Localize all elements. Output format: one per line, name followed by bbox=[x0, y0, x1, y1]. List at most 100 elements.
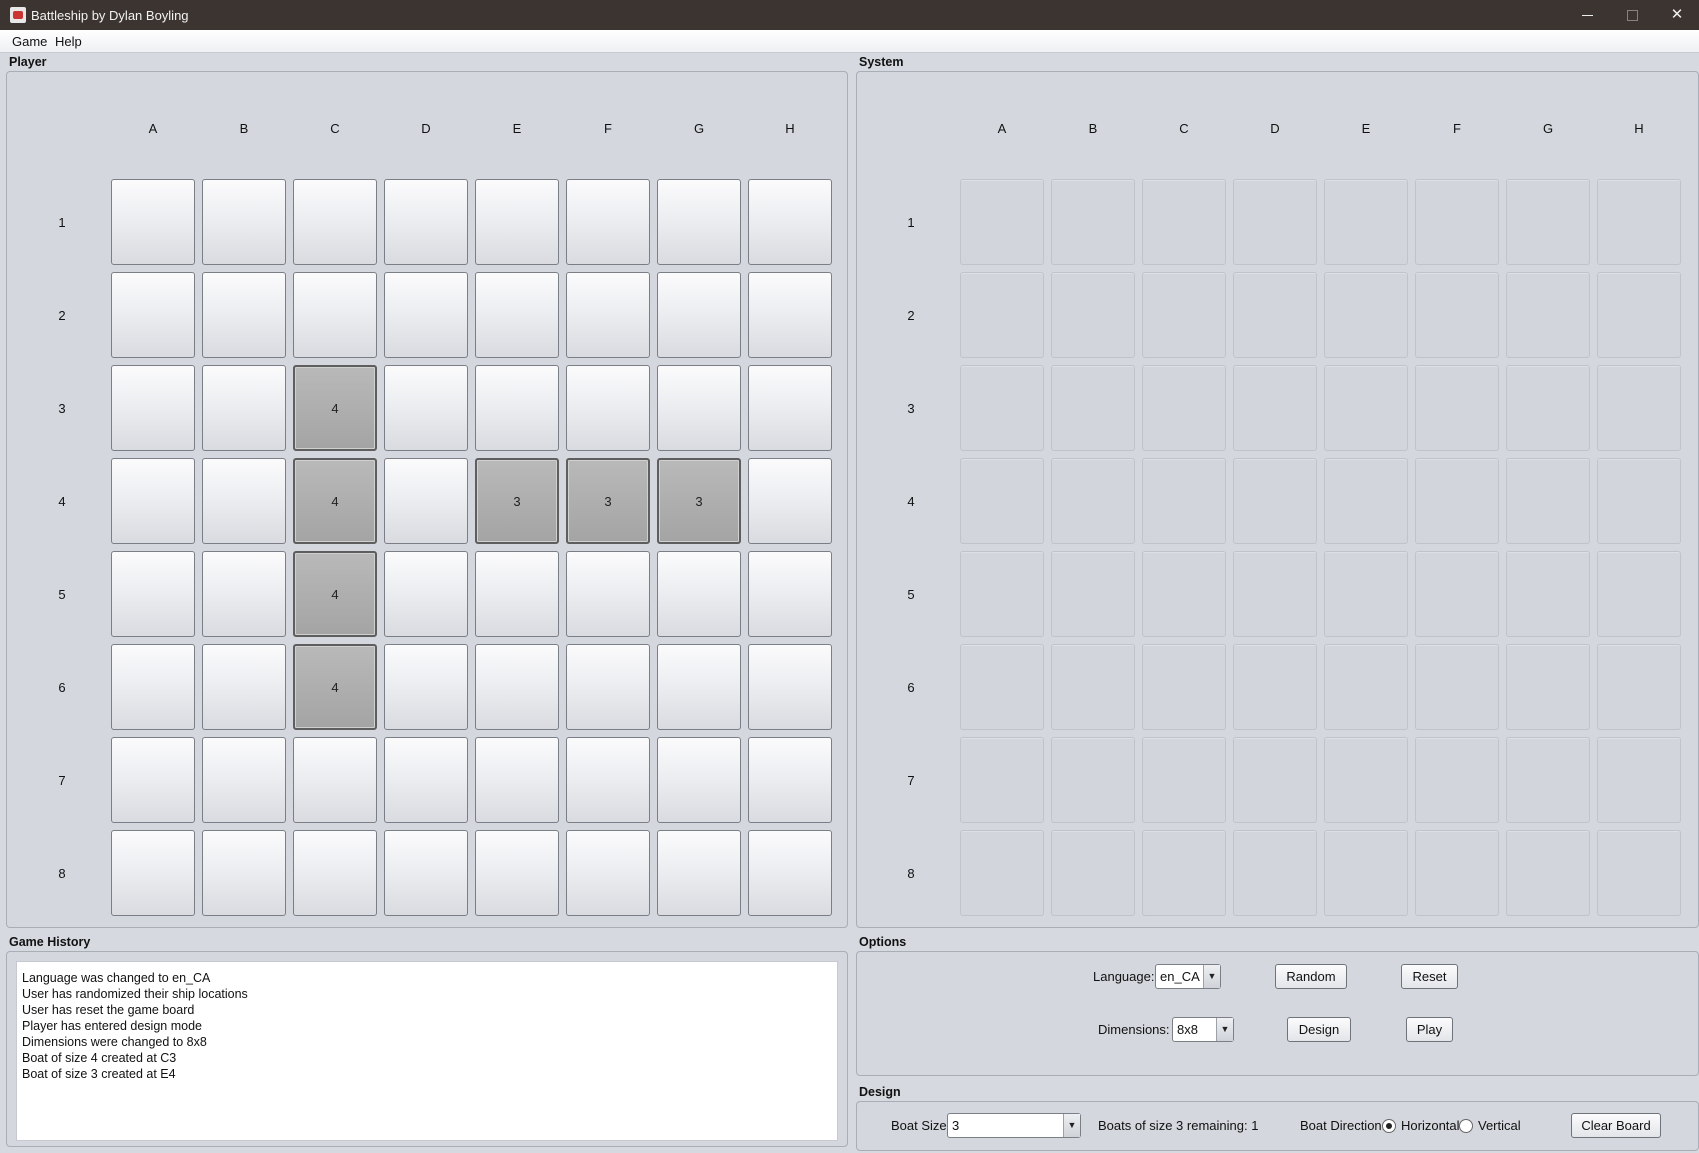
grid-cell-B1[interactable] bbox=[1051, 179, 1135, 265]
grid-cell-G4[interactable]: 3 bbox=[657, 458, 741, 544]
boat-size-select[interactable]: 3 ▼ bbox=[947, 1113, 1081, 1138]
grid-cell-F2[interactable] bbox=[566, 272, 650, 358]
dimensions-select[interactable]: 8x8 ▼ bbox=[1172, 1017, 1234, 1042]
grid-cell-D2[interactable] bbox=[384, 272, 468, 358]
grid-cell-A1[interactable] bbox=[960, 179, 1044, 265]
horizontal-radio[interactable] bbox=[1382, 1119, 1396, 1133]
play-button[interactable]: Play bbox=[1406, 1017, 1453, 1042]
grid-cell-C5[interactable] bbox=[1142, 551, 1226, 637]
grid-cell-C7[interactable] bbox=[1142, 737, 1226, 823]
grid-cell-C5[interactable]: 4 bbox=[293, 551, 377, 637]
grid-cell-G1[interactable] bbox=[1506, 179, 1590, 265]
grid-cell-D7[interactable] bbox=[384, 737, 468, 823]
grid-cell-F1[interactable] bbox=[566, 179, 650, 265]
grid-cell-B2[interactable] bbox=[202, 272, 286, 358]
grid-cell-H4[interactable] bbox=[748, 458, 832, 544]
grid-cell-D7[interactable] bbox=[1233, 737, 1317, 823]
grid-cell-F1[interactable] bbox=[1415, 179, 1499, 265]
grid-cell-D6[interactable] bbox=[384, 644, 468, 730]
grid-cell-C1[interactable] bbox=[1142, 179, 1226, 265]
grid-cell-A3[interactable] bbox=[960, 365, 1044, 451]
grid-cell-D8[interactable] bbox=[1233, 830, 1317, 916]
grid-cell-E7[interactable] bbox=[475, 737, 559, 823]
history-log[interactable]: Language was changed to en_CA User has r… bbox=[16, 961, 838, 1141]
grid-cell-H7[interactable] bbox=[748, 737, 832, 823]
grid-cell-C4[interactable]: 4 bbox=[293, 458, 377, 544]
grid-cell-D8[interactable] bbox=[384, 830, 468, 916]
grid-cell-G8[interactable] bbox=[657, 830, 741, 916]
grid-cell-D5[interactable] bbox=[1233, 551, 1317, 637]
grid-cell-E3[interactable] bbox=[475, 365, 559, 451]
grid-cell-D3[interactable] bbox=[1233, 365, 1317, 451]
grid-cell-A7[interactable] bbox=[960, 737, 1044, 823]
grid-cell-E4[interactable]: 3 bbox=[475, 458, 559, 544]
grid-cell-B1[interactable] bbox=[202, 179, 286, 265]
grid-cell-F8[interactable] bbox=[1415, 830, 1499, 916]
grid-cell-H6[interactable] bbox=[1597, 644, 1681, 730]
maximize-button[interactable] bbox=[1609, 0, 1655, 30]
grid-cell-B4[interactable] bbox=[202, 458, 286, 544]
grid-cell-F7[interactable] bbox=[566, 737, 650, 823]
grid-cell-B6[interactable] bbox=[202, 644, 286, 730]
grid-cell-E6[interactable] bbox=[475, 644, 559, 730]
grid-cell-C7[interactable] bbox=[293, 737, 377, 823]
menu-game[interactable]: Game bbox=[12, 34, 47, 49]
horizontal-label[interactable]: Horizontal bbox=[1401, 1118, 1460, 1133]
grid-cell-D5[interactable] bbox=[384, 551, 468, 637]
grid-cell-C8[interactable] bbox=[1142, 830, 1226, 916]
minimize-button[interactable] bbox=[1564, 0, 1610, 30]
grid-cell-C6[interactable]: 4 bbox=[293, 644, 377, 730]
grid-cell-G5[interactable] bbox=[657, 551, 741, 637]
grid-cell-A2[interactable] bbox=[960, 272, 1044, 358]
grid-cell-G4[interactable] bbox=[1506, 458, 1590, 544]
grid-cell-G1[interactable] bbox=[657, 179, 741, 265]
grid-cell-F8[interactable] bbox=[566, 830, 650, 916]
grid-cell-F6[interactable] bbox=[566, 644, 650, 730]
grid-cell-E2[interactable] bbox=[475, 272, 559, 358]
grid-cell-H1[interactable] bbox=[748, 179, 832, 265]
grid-cell-B5[interactable] bbox=[1051, 551, 1135, 637]
grid-cell-E5[interactable] bbox=[475, 551, 559, 637]
grid-cell-A8[interactable] bbox=[960, 830, 1044, 916]
grid-cell-B2[interactable] bbox=[1051, 272, 1135, 358]
grid-cell-E7[interactable] bbox=[1324, 737, 1408, 823]
grid-cell-C3[interactable] bbox=[1142, 365, 1226, 451]
reset-button[interactable]: Reset bbox=[1401, 964, 1458, 989]
grid-cell-A1[interactable] bbox=[111, 179, 195, 265]
grid-cell-C6[interactable] bbox=[1142, 644, 1226, 730]
grid-cell-G6[interactable] bbox=[1506, 644, 1590, 730]
grid-cell-F6[interactable] bbox=[1415, 644, 1499, 730]
grid-cell-C8[interactable] bbox=[293, 830, 377, 916]
grid-cell-G3[interactable] bbox=[657, 365, 741, 451]
grid-cell-B7[interactable] bbox=[202, 737, 286, 823]
grid-cell-B3[interactable] bbox=[1051, 365, 1135, 451]
grid-cell-B3[interactable] bbox=[202, 365, 286, 451]
grid-cell-F4[interactable]: 3 bbox=[566, 458, 650, 544]
grid-cell-E1[interactable] bbox=[1324, 179, 1408, 265]
grid-cell-F2[interactable] bbox=[1415, 272, 1499, 358]
grid-cell-H7[interactable] bbox=[1597, 737, 1681, 823]
clear-board-button[interactable]: Clear Board bbox=[1571, 1113, 1661, 1138]
grid-cell-B8[interactable] bbox=[202, 830, 286, 916]
grid-cell-G7[interactable] bbox=[1506, 737, 1590, 823]
grid-cell-H6[interactable] bbox=[748, 644, 832, 730]
grid-cell-B6[interactable] bbox=[1051, 644, 1135, 730]
grid-cell-H4[interactable] bbox=[1597, 458, 1681, 544]
grid-cell-C4[interactable] bbox=[1142, 458, 1226, 544]
grid-cell-E5[interactable] bbox=[1324, 551, 1408, 637]
grid-cell-G7[interactable] bbox=[657, 737, 741, 823]
grid-cell-F3[interactable] bbox=[566, 365, 650, 451]
grid-cell-C3[interactable]: 4 bbox=[293, 365, 377, 451]
grid-cell-B4[interactable] bbox=[1051, 458, 1135, 544]
grid-cell-A8[interactable] bbox=[111, 830, 195, 916]
grid-cell-A6[interactable] bbox=[111, 644, 195, 730]
grid-cell-G2[interactable] bbox=[1506, 272, 1590, 358]
grid-cell-A3[interactable] bbox=[111, 365, 195, 451]
grid-cell-C2[interactable] bbox=[293, 272, 377, 358]
grid-cell-D1[interactable] bbox=[384, 179, 468, 265]
grid-cell-E1[interactable] bbox=[475, 179, 559, 265]
vertical-label[interactable]: Vertical bbox=[1478, 1118, 1521, 1133]
grid-cell-E4[interactable] bbox=[1324, 458, 1408, 544]
grid-cell-B5[interactable] bbox=[202, 551, 286, 637]
grid-cell-D1[interactable] bbox=[1233, 179, 1317, 265]
